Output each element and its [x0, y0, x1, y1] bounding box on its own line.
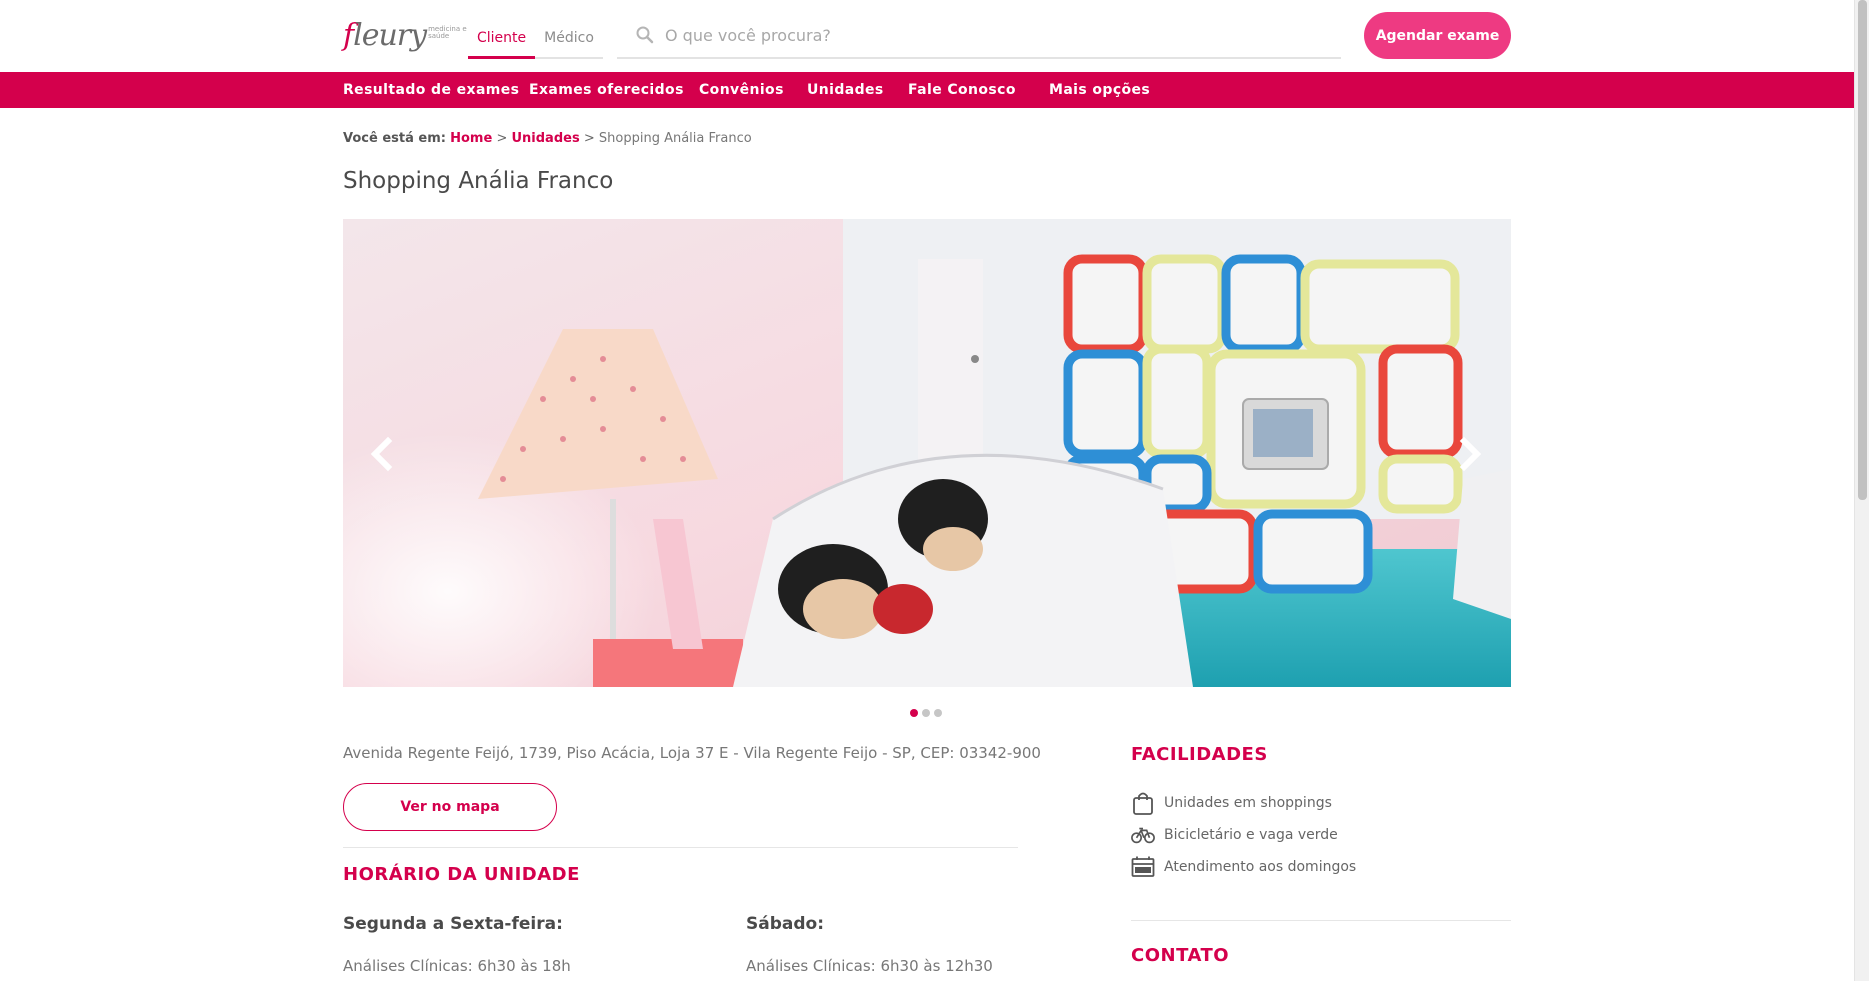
facility-item: Unidades em shoppings [1131, 792, 1332, 815]
search-input[interactable] [665, 26, 1265, 45]
breadcrumb-home-link[interactable]: Home [450, 131, 492, 146]
logo-tagline: medicina e saúde [428, 25, 467, 40]
breadcrumb-separator: > [496, 131, 508, 146]
facility-label: Atendimento aos domingos [1164, 859, 1357, 875]
fleury-logo[interactable]: fleury medicina e saúde [343, 14, 472, 54]
weekdays-hours: Análises Clínicas: 6h30 às 18h [343, 957, 571, 975]
chevron-left-icon [370, 436, 393, 472]
nav-item-fale-conosco[interactable]: Fale Conosco [908, 72, 1016, 108]
main-nav: Resultado de exames Exames oferecidos Co… [0, 72, 1854, 108]
divider [1131, 920, 1511, 921]
weekdays-label: Segunda a Sexta-feira: [343, 914, 563, 934]
logo-f-mark: f [343, 18, 354, 53]
bicycle-icon [1131, 824, 1155, 846]
saturday-hours: Análises Clínicas: 6h30 às 12h30 [746, 957, 993, 975]
logo-rest: leury [353, 18, 427, 53]
site-header: fleury medicina e saúde Cliente Médico A… [0, 0, 1854, 72]
nav-item-unidades[interactable]: Unidades [807, 72, 884, 108]
breadcrumb-separator: > [583, 131, 595, 146]
chevron-right-icon [1459, 436, 1482, 472]
schedule-exam-button[interactable]: Agendar exame [1364, 12, 1511, 59]
carousel-dot-2[interactable] [922, 709, 930, 717]
nav-item-convenios[interactable]: Convênios [699, 72, 784, 108]
breadcrumb-prefix: Você está em: [343, 131, 446, 146]
facility-label: Bicicletário e vaga verde [1164, 827, 1338, 843]
logo-wordmark: fleury [343, 18, 427, 54]
facility-item: Bicicletário e vaga verde [1131, 824, 1338, 846]
hours-heading: HORÁRIO DA UNIDADE [343, 864, 580, 885]
carousel-indicators [910, 709, 942, 717]
nav-item-exames-oferecidos[interactable]: Exames oferecidos [529, 72, 684, 108]
breadcrumb-current: Shopping Anália Franco [598, 131, 752, 146]
shopping-bag-icon [1131, 792, 1155, 815]
tab-medico[interactable]: Médico [535, 22, 603, 57]
nav-item-mais-opcoes[interactable]: Mais opções [1049, 72, 1150, 108]
page-scrollbar[interactable] [1854, 0, 1869, 981]
saturday-label: Sábado: [746, 914, 825, 934]
breadcrumb-unidades-link[interactable]: Unidades [511, 131, 579, 146]
unit-address: Avenida Regente Feijó, 1739, Piso Acácia… [343, 744, 1041, 762]
divider [343, 847, 1018, 848]
unit-photo-carousel [343, 219, 1511, 687]
search-icon[interactable] [633, 24, 657, 48]
view-on-map-button[interactable]: Ver no mapa [343, 783, 557, 831]
carousel-slide-image [343, 219, 1511, 687]
carousel-dot-3[interactable] [934, 709, 942, 717]
breadcrumb: Você está em: Home > Unidades > Shopping… [343, 131, 752, 146]
nav-item-resultado-exames[interactable]: Resultado de exames [343, 72, 519, 108]
facility-item: Atendimento aos domingos [1131, 856, 1356, 878]
facility-label: Unidades em shoppings [1164, 795, 1332, 811]
tab-cliente[interactable]: Cliente [468, 22, 536, 59]
audience-tabs: Cliente Médico [468, 22, 603, 59]
scrollbar-thumb[interactable] [1858, 0, 1867, 500]
carousel-next-button[interactable] [1451, 429, 1491, 479]
search-bar [617, 14, 1341, 59]
calendar-sunday-icon [1131, 856, 1155, 878]
page-title: Shopping Anália Franco [343, 168, 614, 194]
carousel-dot-1[interactable] [910, 709, 918, 717]
carousel-prev-button[interactable] [361, 429, 401, 479]
facilities-heading: FACILIDADES [1131, 744, 1268, 765]
contact-heading: CONTATO [1131, 945, 1230, 966]
